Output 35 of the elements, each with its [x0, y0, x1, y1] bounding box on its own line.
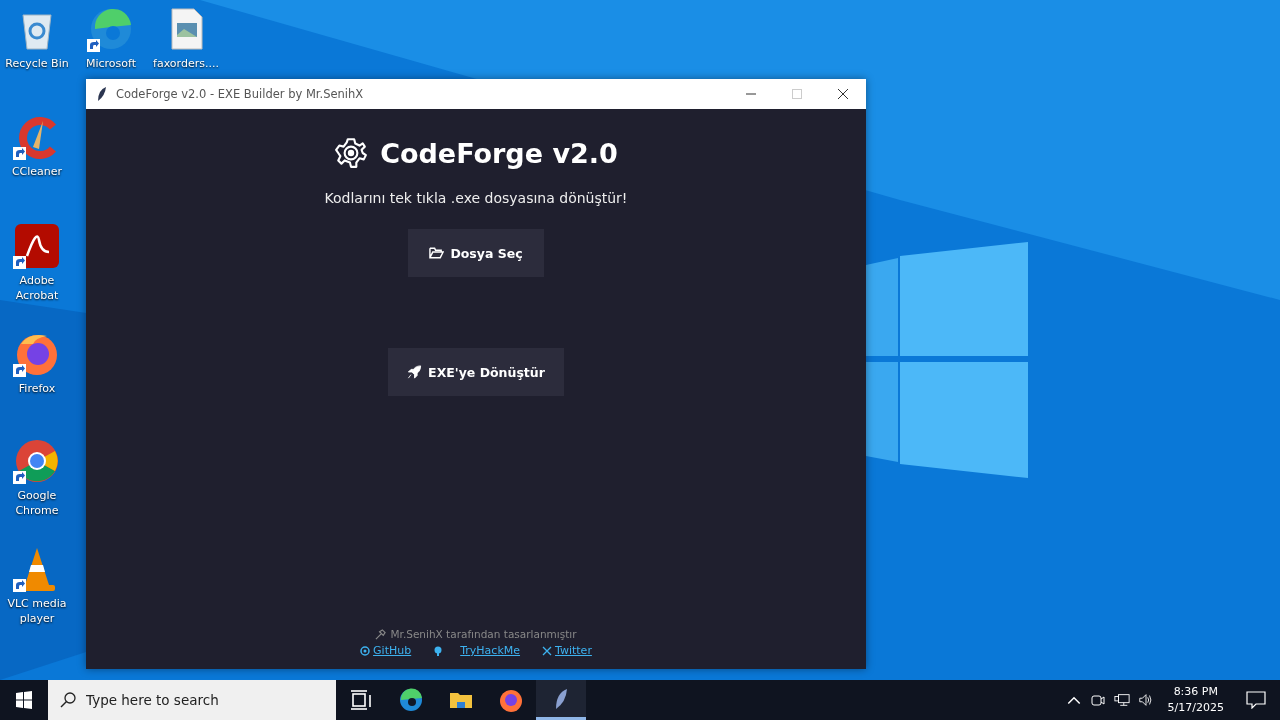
- search-field[interactable]: Type here to search: [48, 680, 336, 720]
- icon-label: Firefox: [17, 381, 57, 396]
- app-heading: CodeForge v2.0: [380, 137, 618, 169]
- rocket-icon: [407, 365, 423, 379]
- icon-label: Adobe Acrobat: [14, 273, 60, 303]
- icon-label: Google Chrome: [14, 488, 60, 518]
- choose-file-button[interactable]: Dosya Seç: [408, 229, 544, 277]
- speaker-icon[interactable]: [1137, 692, 1154, 708]
- icon-label: CCleaner: [10, 164, 64, 179]
- hammer-icon: [375, 628, 387, 640]
- credit-text: Mr.SenihX tarafından tasarlanmıştır: [390, 628, 577, 640]
- globe-icon: [360, 645, 371, 656]
- convert-button[interactable]: EXE'ye Dönüştür: [388, 348, 564, 396]
- feather-icon: [96, 86, 108, 102]
- camera-icon[interactable]: [1089, 692, 1106, 708]
- gear-icon: [334, 136, 369, 170]
- icon-label: Recycle Bin: [4, 56, 70, 71]
- pin-icon: [433, 645, 444, 656]
- taskbar-feather-icon[interactable]: [536, 680, 586, 720]
- app-subtitle: Kodlarını tek tıkla .exe dosyasına dönüştür!: [324, 190, 628, 206]
- folder-icon: [429, 246, 445, 260]
- icon-label: faxorders....: [152, 56, 220, 71]
- footer-link[interactable]: GitHub: [360, 644, 412, 657]
- footer-link[interactable]: TryHackMe: [433, 644, 521, 657]
- chrome-icon[interactable]: [13, 437, 61, 485]
- notification-icon[interactable]: [1246, 691, 1266, 709]
- acrobat-icon[interactable]: [13, 222, 61, 270]
- network-icon[interactable]: [1113, 692, 1130, 708]
- x-icon: [542, 645, 553, 656]
- clock[interactable]: 8:36 PM 5/17/2025: [1167, 684, 1224, 716]
- icon-label: Microsoft: [84, 56, 138, 71]
- search-icon: [60, 692, 76, 708]
- icon-label: VLC media player: [6, 596, 68, 626]
- footer-link[interactable]: Twitter: [542, 644, 592, 657]
- window-title: CodeForge v2.0 - EXE Builder by Mr.SenihX: [116, 87, 364, 101]
